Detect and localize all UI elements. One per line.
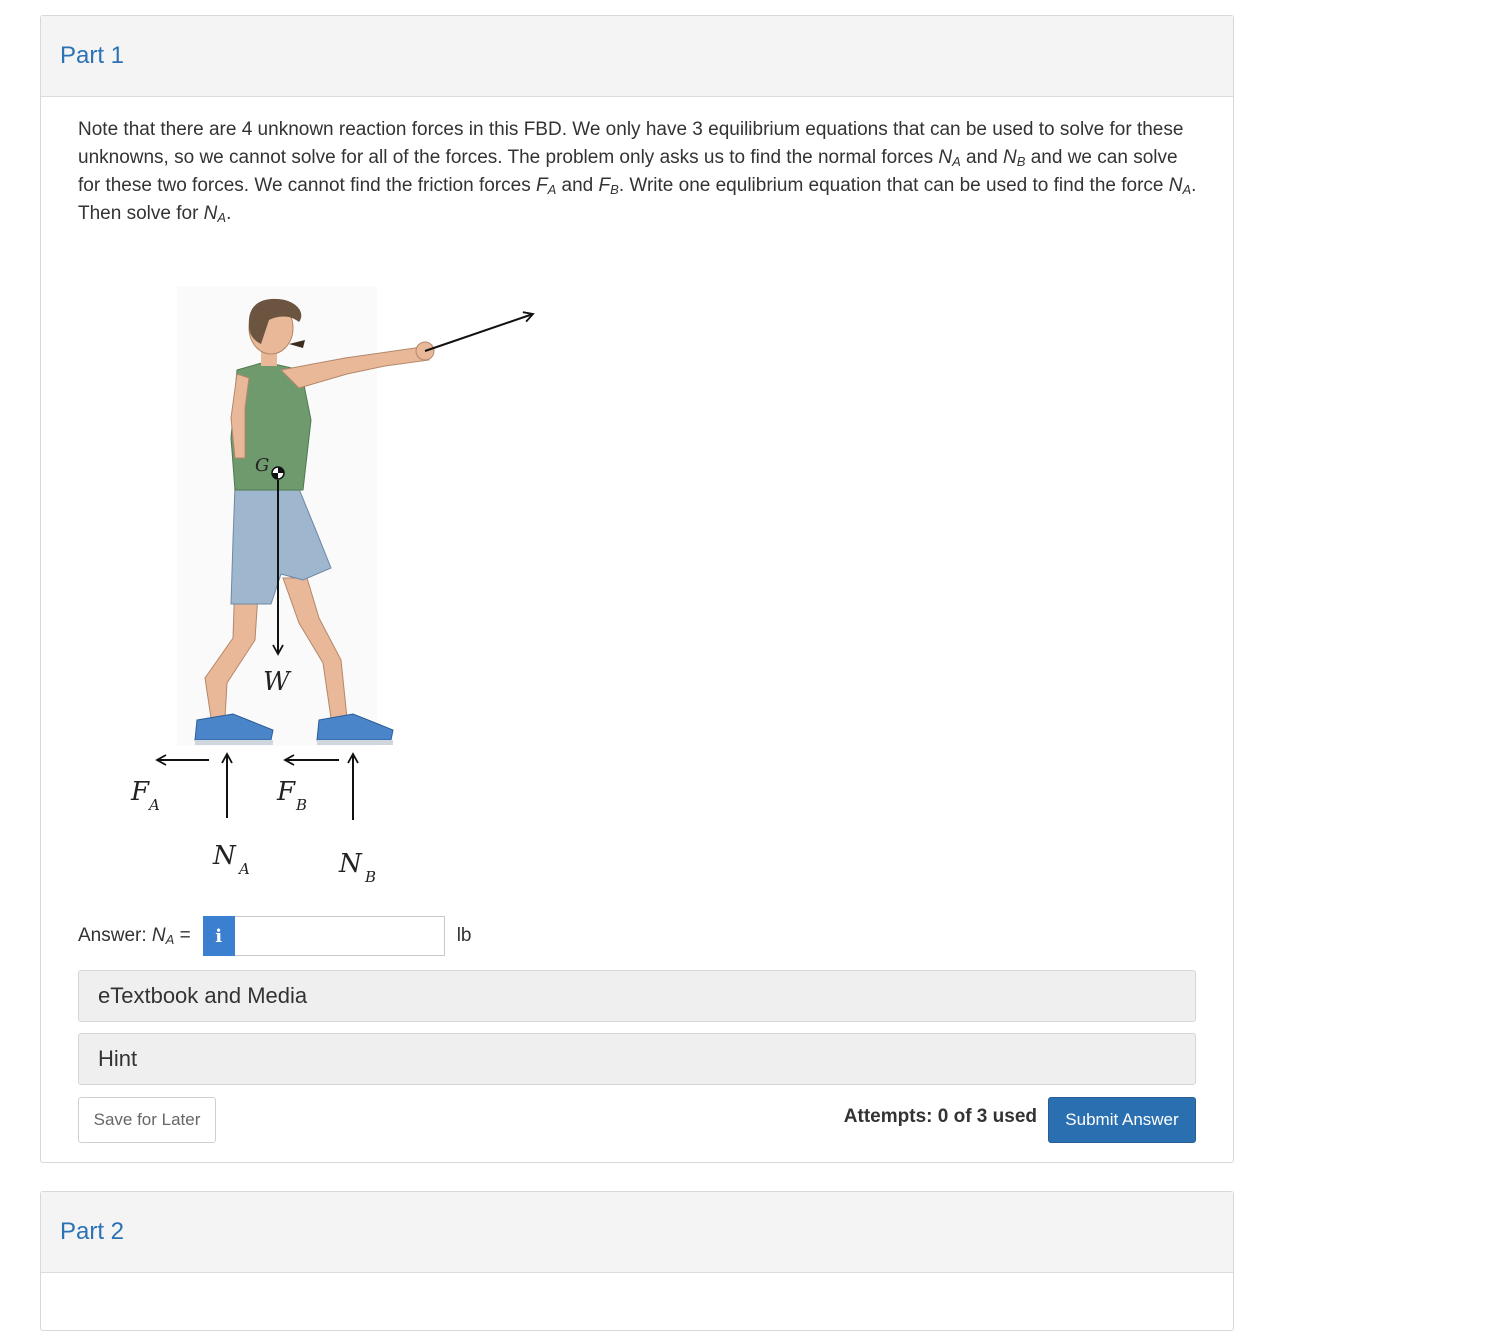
label-G: G — [255, 455, 269, 476]
answer-label: Answer: NA = — [78, 925, 191, 947]
attempts-counter: Attempts: 0 of 3 used — [843, 1106, 1037, 1127]
info-icon[interactable]: i — [202, 916, 235, 956]
part2-title[interactable]: Part 2 — [60, 1218, 124, 1246]
part2-header[interactable]: Part 2 — [41, 1192, 1233, 1273]
hint-label: Hint — [98, 1046, 138, 1071]
tension-arrow — [424, 311, 535, 352]
fbd-illustration: T G W F A F B N A N B — [130, 286, 566, 886]
label-FB-sub: B — [295, 796, 307, 814]
part2-card: Part 2 — [40, 1191, 1234, 1331]
answer-input[interactable] — [234, 916, 445, 956]
label-W: W — [263, 667, 292, 697]
part1-title[interactable]: Part 1 — [60, 42, 124, 70]
label-NB-sub: B — [364, 868, 376, 886]
etextbook-media-panel[interactable]: eTextbook and Media — [78, 970, 1196, 1022]
save-for-later-button[interactable]: Save for Later — [78, 1097, 216, 1143]
question-text: Note that there are 4 unknown reaction f… — [78, 119, 1197, 225]
label-NB: N — [338, 849, 363, 879]
etextbook-media-label: eTextbook and Media — [98, 983, 308, 1008]
label-NA: N — [212, 841, 237, 871]
part1-header[interactable]: Part 1 — [41, 16, 1233, 97]
label-FA: F — [130, 777, 150, 807]
part1-card: Part 1 Note that there are 4 unknown rea… — [40, 15, 1234, 1163]
answer-unit: lb — [456, 925, 472, 946]
fbd-figure: T G W F A F B N A N B — [85, 278, 566, 898]
hint-panel[interactable]: Hint — [78, 1033, 1196, 1085]
submit-answer-button[interactable]: Submit Answer — [1048, 1097, 1196, 1143]
label-FB: F — [276, 777, 296, 807]
answer-row: Answer: NA = i lb — [78, 915, 472, 957]
label-FA-sub: A — [147, 796, 160, 814]
label-NA-sub: A — [237, 860, 250, 878]
